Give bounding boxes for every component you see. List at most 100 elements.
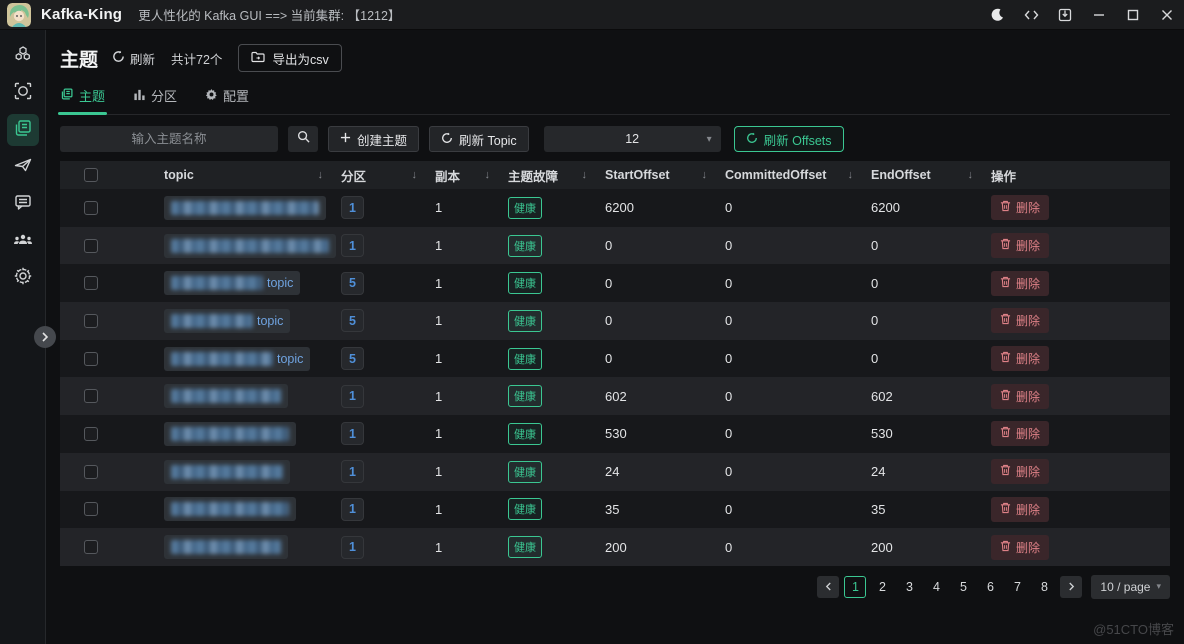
table-row[interactable]: topic 5 1 健康 0 0 0 删除: [60, 264, 1170, 303]
topic-name-redacted[interactable]: topic: [164, 271, 301, 296]
column-header-4[interactable]: 主题故障 ↓: [500, 166, 597, 185]
close-button[interactable]: [1150, 0, 1184, 29]
column-header-3[interactable]: 副本 ↓: [427, 166, 500, 185]
page-button-1[interactable]: 1: [844, 575, 867, 598]
column-header-5[interactable]: StartOffset ↓: [597, 168, 717, 182]
column-header-6[interactable]: CommittedOffset ↓: [717, 168, 863, 182]
row-checkbox[interactable]: [84, 540, 98, 555]
column-header-7[interactable]: EndOffset ↓: [863, 168, 983, 182]
table-row[interactable]: 1 1 健康 24 0 24 删除: [60, 452, 1170, 491]
row-checkbox[interactable]: [84, 389, 98, 404]
row-checkbox[interactable]: [84, 200, 98, 215]
delete-button[interactable]: 删除: [991, 421, 1050, 447]
row-checkbox[interactable]: [84, 276, 98, 291]
row-checkbox[interactable]: [84, 502, 98, 517]
refresh-offsets-button[interactable]: 刷新 Offsets: [733, 126, 844, 152]
export-csv-button[interactable]: 导出为csv: [238, 44, 342, 72]
sort-arrow-icon[interactable]: ↓: [412, 169, 418, 181]
search-button[interactable]: [288, 126, 318, 152]
create-topic-button[interactable]: 创建主题: [328, 126, 420, 152]
prev-page-button[interactable]: [817, 575, 840, 598]
partition-count-badge[interactable]: 1: [341, 234, 364, 258]
partition-count-badge[interactable]: 5: [341, 309, 364, 333]
sort-arrow-icon[interactable]: ↓: [582, 169, 588, 181]
refresh-topics-control[interactable]: 刷新: [112, 49, 155, 68]
delete-button[interactable]: 删除: [991, 233, 1050, 259]
page-button-4[interactable]: 4: [925, 576, 947, 598]
topic-name-redacted[interactable]: topic: [164, 346, 311, 371]
table-row[interactable]: topic 5 1 健康 0 0 0 删除: [60, 339, 1170, 378]
sidebar-item-topics[interactable]: [6, 114, 39, 146]
sidebar-item-producer[interactable]: [7, 151, 39, 183]
minimize-button[interactable]: [1082, 0, 1116, 29]
topic-name-redacted[interactable]: [164, 497, 296, 522]
page-button-6[interactable]: 6: [979, 576, 1001, 598]
sort-arrow-icon[interactable]: ↓: [848, 169, 854, 181]
partition-count-badge[interactable]: 1: [341, 384, 364, 408]
topic-name-redacted[interactable]: [164, 233, 336, 258]
page-button-2[interactable]: 2: [871, 576, 893, 598]
delete-button[interactable]: 删除: [991, 459, 1050, 485]
next-page-button[interactable]: [1060, 575, 1083, 598]
row-checkbox[interactable]: [84, 426, 98, 441]
row-checkbox[interactable]: [84, 313, 98, 328]
table-row[interactable]: 1 1 健康 35 0 35 删除: [60, 490, 1170, 529]
theme-toggle-moon-icon[interactable]: [980, 0, 1014, 29]
table-row[interactable]: 1 1 健康 200 0 200 删除: [60, 528, 1170, 566]
partition-count-badge[interactable]: 1: [341, 196, 364, 220]
sidebar-item-monitor[interactable]: [7, 77, 39, 109]
sort-arrow-icon[interactable]: ↓: [702, 169, 708, 181]
topic-name-redacted[interactable]: [164, 535, 288, 560]
table-row[interactable]: topic 5 1 健康 0 0 0 删除: [60, 302, 1170, 340]
sort-arrow-icon[interactable]: ↓: [968, 169, 974, 181]
partition-count-badge[interactable]: 1: [341, 460, 364, 484]
maximize-button[interactable]: [1116, 0, 1150, 29]
delete-button[interactable]: 删除: [991, 534, 1050, 560]
page-size-select[interactable]: 12 ▾: [543, 126, 721, 152]
page-button-8[interactable]: 8: [1033, 576, 1055, 598]
delete-button[interactable]: 删除: [991, 270, 1050, 296]
partition-count-badge[interactable]: 1: [341, 497, 364, 521]
row-checkbox[interactable]: [84, 464, 98, 479]
delete-button[interactable]: 删除: [991, 195, 1050, 221]
sidebar-item-cluster[interactable]: [7, 40, 39, 72]
page-button-7[interactable]: 7: [1006, 576, 1028, 598]
topic-name-redacted[interactable]: [164, 459, 290, 484]
topic-name-redacted[interactable]: [164, 195, 326, 220]
partition-count-badge[interactable]: 5: [341, 271, 364, 295]
delete-button[interactable]: 删除: [991, 496, 1050, 522]
column-header-2[interactable]: 分区 ↓: [333, 166, 427, 185]
sidebar-item-settings[interactable]: [7, 262, 39, 294]
devtools-code-icon[interactable]: [1014, 0, 1048, 29]
tab-config[interactable]: 配置: [205, 86, 249, 114]
tab-partitions[interactable]: 分区: [133, 86, 177, 114]
partition-count-badge[interactable]: 1: [341, 422, 364, 446]
pin-window-icon[interactable]: [1048, 0, 1082, 29]
sidebar-expand-chevron[interactable]: [34, 326, 56, 348]
delete-button[interactable]: 删除: [991, 346, 1050, 372]
topic-name-redacted[interactable]: [164, 384, 288, 409]
topic-name-redacted[interactable]: [164, 421, 296, 446]
table-row[interactable]: 1 1 健康 602 0 602 删除: [60, 377, 1170, 416]
delete-button[interactable]: 删除: [991, 383, 1050, 409]
refresh-topic-button[interactable]: 刷新 Topic: [429, 126, 529, 152]
sort-arrow-icon[interactable]: ↓: [318, 169, 324, 181]
column-header-1[interactable]: topic ↓: [144, 168, 333, 182]
table-row[interactable]: 1 1 健康 0 0 0 删除: [60, 226, 1170, 265]
topic-name-redacted[interactable]: topic: [164, 308, 291, 333]
sidebar-item-messages[interactable]: [7, 188, 39, 220]
table-row[interactable]: 1 1 健康 530 0 530 删除: [60, 415, 1170, 453]
tab-topics[interactable]: 主题: [57, 86, 108, 115]
table-row[interactable]: 1 1 健康 6200 0 6200 删除: [60, 189, 1170, 227]
search-input[interactable]: [60, 126, 278, 152]
select-all-checkbox[interactable]: [84, 168, 98, 182]
row-checkbox[interactable]: [84, 351, 98, 366]
page-button-3[interactable]: 3: [898, 576, 920, 598]
partition-count-badge[interactable]: 1: [341, 535, 364, 559]
sort-arrow-icon[interactable]: ↓: [485, 169, 491, 181]
sidebar-item-consumer-groups[interactable]: [7, 225, 39, 257]
page-size-per-page-select[interactable]: 10 / page ▾: [1091, 574, 1170, 599]
partition-count-badge[interactable]: 5: [341, 347, 364, 371]
page-button-5[interactable]: 5: [952, 576, 974, 598]
row-checkbox[interactable]: [84, 238, 98, 253]
